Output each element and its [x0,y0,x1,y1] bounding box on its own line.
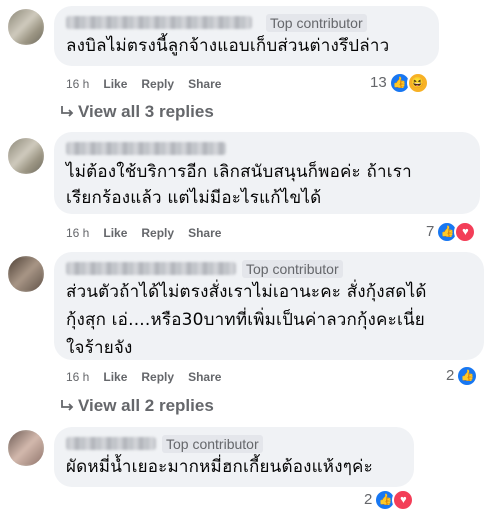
avatar[interactable] [8,138,44,174]
reaction-summary[interactable]: 2 👍 ♥ [364,489,415,511]
reply-button[interactable]: Reply [141,369,174,385]
reply-arrow-icon [61,106,74,117]
like-button[interactable]: Like [103,76,127,92]
comment-actions: 16 h Like Reply Share [66,369,235,385]
avatar[interactable] [8,256,44,292]
comment-text: ส่วนตัวถ้าได้ไม่ตรงสั่งเราไม่เอานะคะ สั่… [66,282,427,358]
reply-arrow-icon [61,400,74,411]
top-contributor-badge: Top contributor [266,14,367,32]
comment-text: ลงบิลไม่ตรงนี้ลูกจ้างแอบเก็บส่วนต่างรึปล… [66,36,390,56]
haha-icon: 😆 [406,72,429,94]
reply-button[interactable]: Reply [141,76,174,92]
like-icon: 👍 [456,365,479,387]
comment-actions: 16 h Like Reply Share [66,225,235,241]
author-name-blurred[interactable] [66,437,156,450]
share-button[interactable]: Share [188,369,221,385]
avatar[interactable] [8,9,44,45]
like-button[interactable]: Like [103,369,127,385]
comment-time[interactable]: 16 h [66,76,89,92]
top-contributor-badge: Top contributor [162,435,263,453]
like-button[interactable]: Like [103,225,127,241]
comment-bubble: Top contributor ลงบิลไม่ตรงนี้ลูกจ้างแอบ… [54,6,439,66]
author-name-blurred[interactable] [66,142,226,155]
reaction-summary[interactable]: 2 👍 [446,365,479,387]
author-name-blurred[interactable] [66,262,236,275]
comment-time[interactable]: 16 h [66,369,89,385]
comment-actions: 16 h Like Reply Share [66,76,235,92]
reply-button[interactable]: Reply [141,225,174,241]
view-replies-link[interactable]: View all 3 replies [60,102,214,122]
view-replies-link[interactable]: View all 2 replies [60,396,214,416]
comment-time[interactable]: 16 h [66,225,89,241]
comment-bubble: Top contributor ส่วนตัวถ้าได้ไม่ตรงสั่งเ… [54,252,484,360]
top-contributor-badge: Top contributor [242,260,343,278]
author-name-blurred[interactable] [66,16,252,29]
comment-bubble: ไม่ต้องใช้บริการอีก เลิกสนับสนุนก็พอค่ะ … [54,132,480,214]
share-button[interactable]: Share [188,225,221,241]
reaction-summary[interactable]: 7 👍 ♥ [426,221,477,243]
comment-text: ไม่ต้องใช้บริการอีก เลิกสนับสนุนก็พอค่ะ … [66,162,412,208]
avatar[interactable] [8,430,44,466]
share-button[interactable]: Share [188,76,221,92]
comment-text: ผัดหมี่น้ำเยอะมากหมี่ฮกเกี้ยนต้องแห้งๆค่… [66,457,373,477]
comment-bubble: Top contributor ผัดหมี่น้ำเยอะมากหมี่ฮกเ… [54,427,414,487]
heart-icon: ♥ [392,489,415,511]
reaction-summary[interactable]: 13 👍 😆 [370,72,429,94]
heart-icon: ♥ [454,221,477,243]
